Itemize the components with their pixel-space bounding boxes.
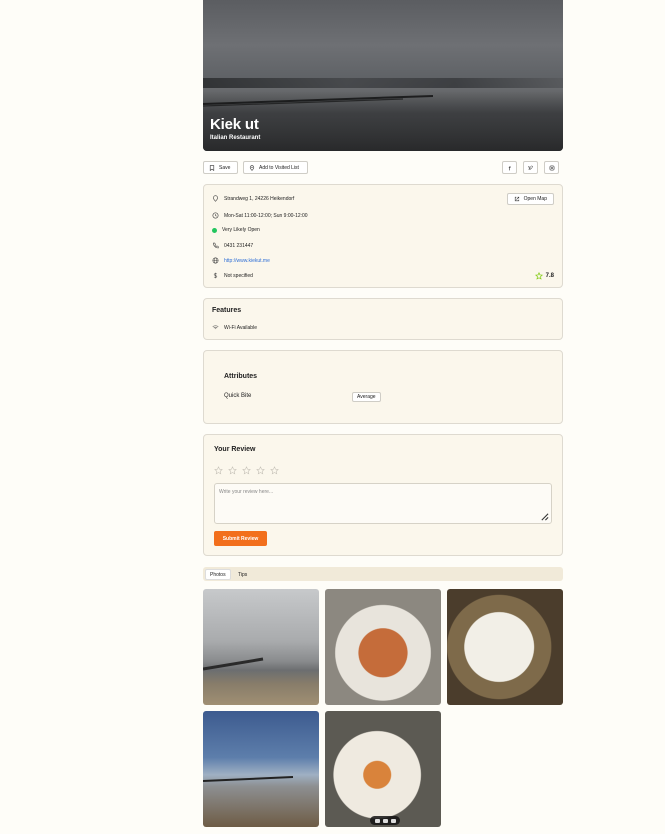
twitter-icon bbox=[527, 165, 533, 170]
phone-row: 0431 231447 bbox=[212, 242, 253, 249]
photo-pier-sunset[interactable] bbox=[203, 711, 319, 827]
review-placeholder: Write your review here... bbox=[219, 489, 274, 495]
facebook-button[interactable] bbox=[502, 161, 517, 174]
feature-item: Wi-Fi Available bbox=[212, 324, 257, 331]
hours-text: Mon-Sat 11:00-12:00; Sun 9:00-12:00 bbox=[224, 212, 308, 219]
attribute-label: Quick Bite bbox=[224, 393, 252, 399]
review-textarea[interactable]: Write your review here... bbox=[214, 483, 552, 524]
website-link[interactable]: http://www.kiekut.me bbox=[224, 258, 270, 264]
image-view-controls[interactable] bbox=[370, 816, 400, 825]
address-text: Strandweg 1, 24226 Heikendorf bbox=[224, 195, 295, 202]
submit-review-button[interactable]: Submit Review bbox=[214, 531, 267, 546]
website-row: http://www.kiekut.me bbox=[212, 257, 270, 264]
star-icon bbox=[534, 272, 543, 280]
location-pin-icon bbox=[213, 195, 218, 202]
tab-tips[interactable]: Tips bbox=[234, 569, 251, 580]
photo-plated-dish[interactable] bbox=[325, 711, 441, 827]
attributes-card: Attributes Quick Bite Average bbox=[203, 350, 563, 424]
add-to-visited-label: Add to Visited List bbox=[259, 164, 299, 171]
external-link-icon bbox=[514, 196, 519, 202]
dollar-icon bbox=[213, 272, 218, 279]
open-map-label: Open Map bbox=[523, 196, 547, 202]
photo-fish-dish[interactable] bbox=[447, 589, 563, 705]
price-text: Not specified bbox=[224, 272, 253, 279]
phone-icon bbox=[213, 242, 219, 249]
view-mode-icon[interactable] bbox=[374, 818, 380, 823]
rating-value: 7.8 bbox=[545, 273, 554, 279]
price-row: Not specified bbox=[212, 272, 253, 279]
feature-wifi-text: Wi-Fi Available bbox=[224, 324, 257, 331]
star-icon[interactable] bbox=[256, 466, 265, 475]
globe-icon bbox=[212, 257, 219, 264]
pier-shape bbox=[203, 657, 264, 671]
wifi-icon bbox=[212, 325, 219, 330]
attributes-title: Attributes bbox=[224, 373, 258, 380]
address-row: Strandweg 1, 24226 Heikendorf bbox=[212, 195, 294, 202]
features-title: Features bbox=[212, 307, 242, 314]
star-icon[interactable] bbox=[242, 466, 251, 475]
bookmark-icon bbox=[209, 164, 215, 171]
star-icon[interactable] bbox=[228, 466, 237, 475]
tab-photos[interactable]: Photos bbox=[205, 569, 231, 580]
open-status-row: Very Likely Open bbox=[212, 227, 260, 233]
add-to-visited-button[interactable]: Add to Visited List bbox=[243, 161, 308, 174]
star-icon[interactable] bbox=[270, 466, 279, 475]
media-tabs: Photos Tips bbox=[203, 567, 563, 581]
attribute-value-badge: Average bbox=[352, 392, 381, 402]
hours-row: Mon-Sat 11:00-12:00; Sun 9:00-12:00 bbox=[212, 212, 308, 219]
open-status-text: Very Likely Open bbox=[222, 227, 260, 233]
features-card: Features Wi-Fi Available bbox=[203, 298, 563, 340]
photo-pier-cloudy[interactable] bbox=[203, 589, 319, 705]
hero-image: Kiek ut Italian Restaurant bbox=[203, 0, 563, 151]
pier-shape bbox=[203, 776, 294, 782]
rating: 7.8 bbox=[534, 272, 554, 280]
instagram-button[interactable] bbox=[544, 161, 559, 174]
restaurant-name: Kiek ut bbox=[210, 116, 259, 133]
resize-handle-icon[interactable] bbox=[540, 512, 549, 521]
review-card: Your Review Write your review here... Su… bbox=[203, 434, 563, 556]
star-rating-input[interactable] bbox=[214, 466, 279, 475]
twitter-button[interactable] bbox=[523, 161, 538, 174]
restaurant-category: Italian Restaurant bbox=[210, 135, 261, 141]
clock-icon bbox=[212, 212, 219, 219]
info-card: Strandweg 1, 24226 Heikendorf Open Map M… bbox=[203, 184, 563, 288]
hero-shoreline bbox=[203, 78, 563, 88]
action-bar: Save Add to Visited List bbox=[203, 161, 563, 174]
review-title: Your Review bbox=[214, 446, 256, 453]
save-button-label: Save bbox=[219, 164, 231, 171]
save-button[interactable]: Save bbox=[203, 161, 238, 174]
view-mode-icon[interactable] bbox=[390, 818, 396, 823]
photo-pasta-dish[interactable] bbox=[325, 589, 441, 705]
facebook-icon bbox=[508, 165, 511, 170]
location-pin-icon bbox=[249, 164, 255, 171]
open-status-dot bbox=[212, 227, 217, 233]
star-icon[interactable] bbox=[214, 466, 223, 475]
open-map-button[interactable]: Open Map bbox=[506, 193, 554, 205]
phone-text[interactable]: 0431 231447 bbox=[224, 243, 253, 249]
view-mode-icon[interactable] bbox=[382, 818, 388, 823]
instagram-icon bbox=[549, 165, 554, 170]
